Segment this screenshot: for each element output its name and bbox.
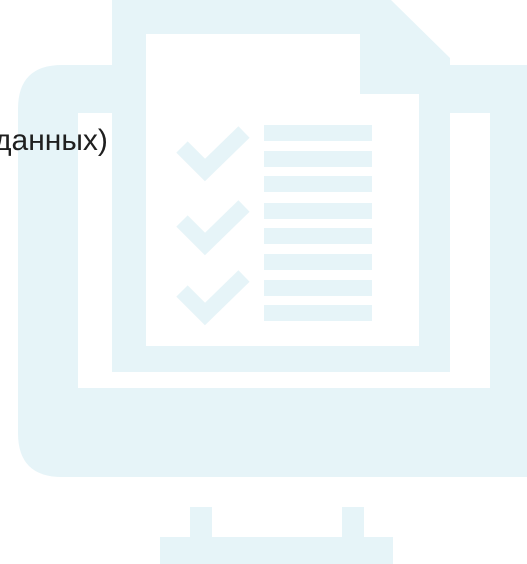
stand-post-right bbox=[342, 507, 364, 537]
list-line-2b bbox=[264, 228, 372, 244]
caption-text: данных) bbox=[0, 124, 108, 157]
list-line-2c bbox=[264, 254, 372, 270]
monitor-divider bbox=[58, 388, 527, 422]
stand-post-left bbox=[190, 507, 212, 537]
list-line-3a bbox=[264, 280, 372, 296]
monitor-checklist-icon bbox=[18, 0, 527, 564]
list-line-1c bbox=[264, 176, 372, 192]
list-line-1b bbox=[264, 151, 372, 167]
stand-base bbox=[160, 537, 393, 564]
list-line-1a bbox=[264, 125, 372, 141]
list-line-2a bbox=[264, 203, 372, 219]
list-line-3b bbox=[264, 305, 372, 321]
screen-right-edge bbox=[490, 113, 527, 388]
page: данных) bbox=[0, 0, 527, 564]
